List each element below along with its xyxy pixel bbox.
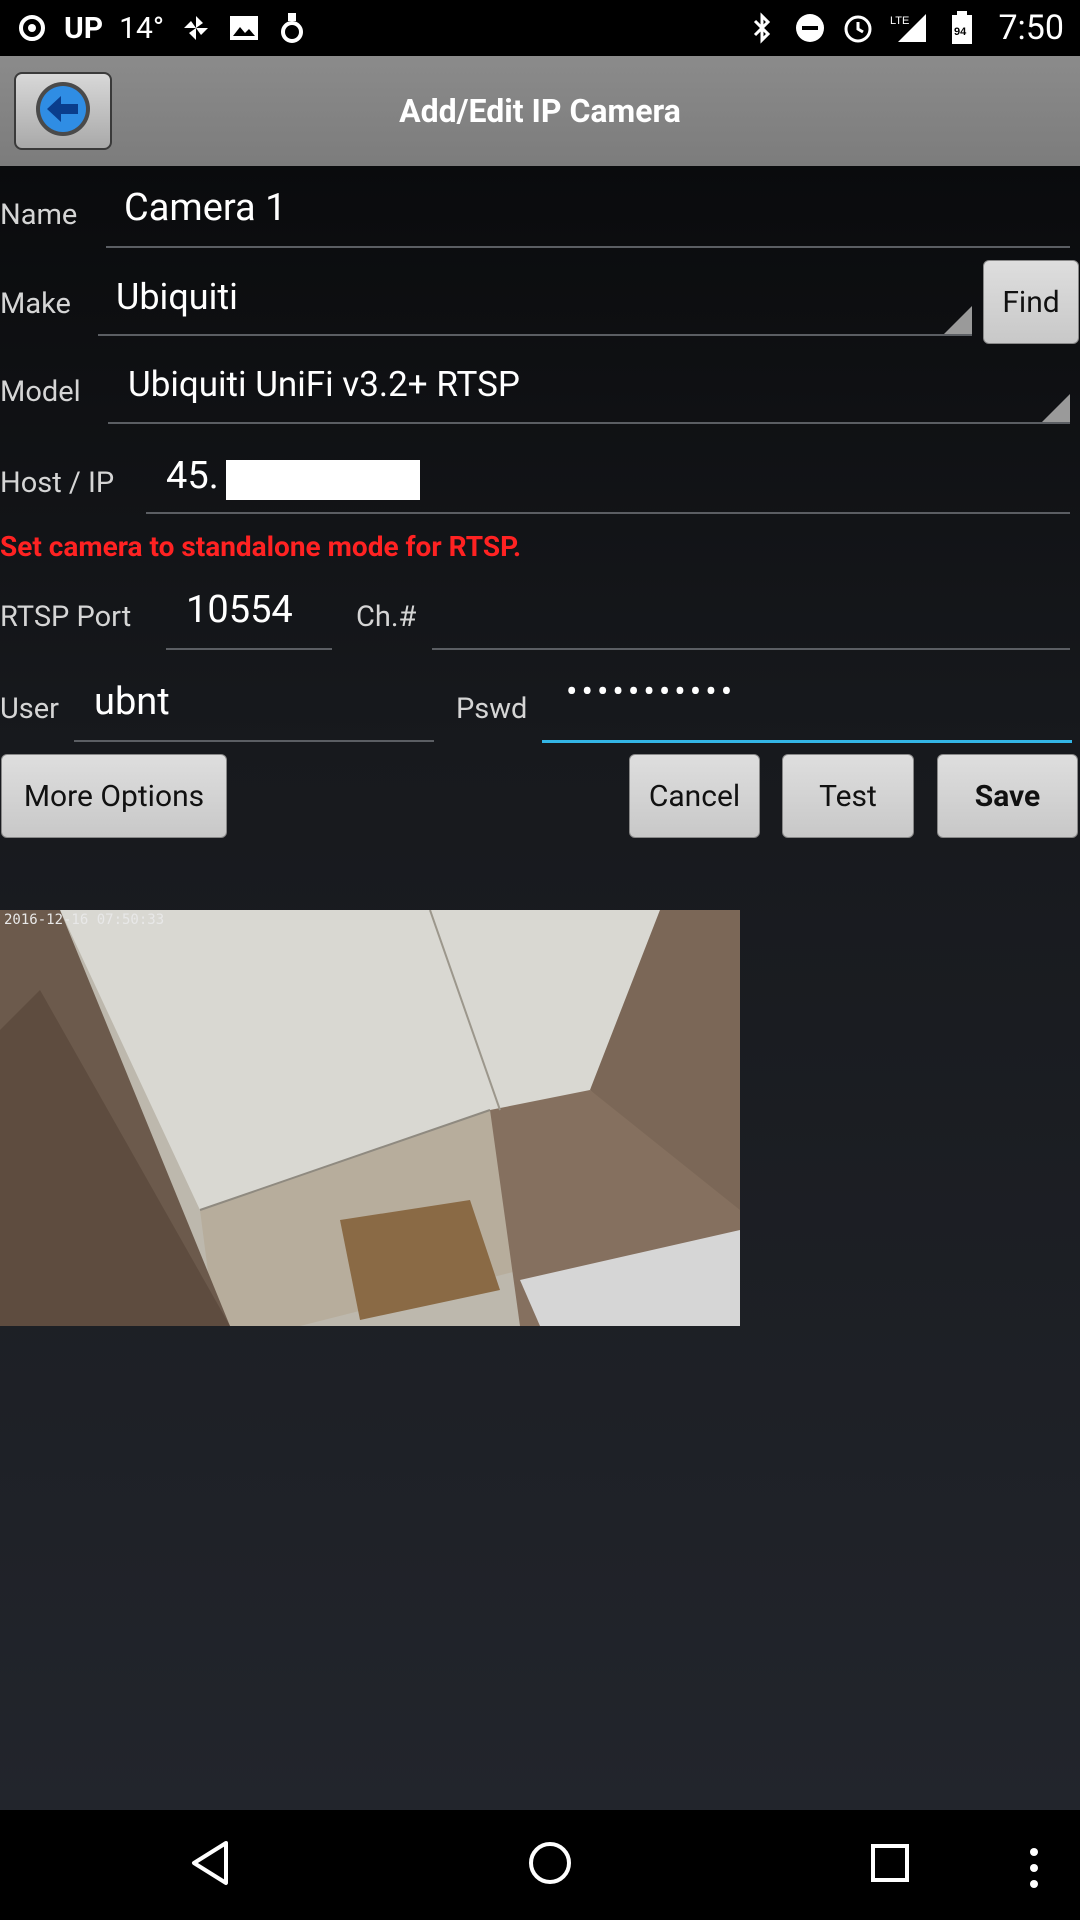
- overflow-menu-button[interactable]: [1024, 1838, 1044, 1898]
- model-dropdown-indicator[interactable]: [1042, 394, 1070, 422]
- signal-icon: LTE: [890, 12, 930, 44]
- battery-icon: 94: [946, 11, 978, 44]
- make-select-underline: [98, 334, 972, 336]
- more-vert-icon: [1024, 1848, 1044, 1902]
- test-button[interactable]: Test: [782, 754, 914, 838]
- more-options-button[interactable]: More Options: [1, 754, 227, 838]
- make-label: Make: [0, 287, 71, 321]
- host-label: Host / IP: [0, 466, 115, 500]
- clock-text: 7:50: [998, 8, 1064, 48]
- channel-input-underline: [432, 648, 1070, 650]
- bluetooth-icon: [746, 12, 778, 44]
- save-button[interactable]: Save: [937, 754, 1078, 838]
- sync-icon: [16, 12, 48, 44]
- alarm-icon: [842, 12, 874, 44]
- redaction-block: [226, 460, 420, 500]
- host-input[interactable]: 45.: [166, 454, 219, 498]
- navigation-bar: [0, 1810, 1080, 1920]
- nav-recents-button[interactable]: [860, 1835, 920, 1895]
- camera-scene-graphic: [0, 910, 740, 1326]
- rtsp-port-input[interactable]: 10554: [186, 588, 293, 632]
- find-button[interactable]: Find: [983, 260, 1079, 344]
- page-title: Add/Edit IP Camera: [399, 92, 681, 130]
- make-select[interactable]: Ubiquiti: [116, 276, 238, 318]
- status-bar-left: UP 14°: [16, 11, 308, 46]
- name-input-underline: [106, 246, 1070, 248]
- password-input[interactable]: •••••••••••: [566, 672, 736, 712]
- make-dropdown-indicator[interactable]: [944, 306, 972, 334]
- user-input-underline: [74, 740, 434, 742]
- model-label: Model: [0, 375, 81, 409]
- password-label: Pswd: [456, 692, 528, 726]
- status-bar: UP 14° LTE 94 7:50: [0, 0, 1080, 56]
- password-input-underline: [542, 740, 1072, 743]
- app-bar: Add/Edit IP Camera: [0, 56, 1080, 166]
- nav-back-icon: [188, 1839, 232, 1891]
- cancel-button[interactable]: Cancel: [629, 754, 760, 838]
- nav-back-button[interactable]: [180, 1835, 240, 1895]
- rtsp-port-underline: [166, 648, 332, 650]
- back-arrow-icon: [34, 80, 92, 142]
- nav-recents-icon: [869, 1842, 911, 1888]
- network-type-text: LTE: [890, 15, 909, 27]
- host-input-underline: [146, 512, 1070, 514]
- name-input[interactable]: Camera 1: [124, 186, 286, 230]
- channel-label: Ch.#: [356, 600, 417, 634]
- preview-timestamp: 2016-12-16 07:50:33: [4, 912, 165, 928]
- model-select[interactable]: Ubiquiti UniFi v3.2+ RTSP: [128, 364, 520, 405]
- user-input[interactable]: ubnt: [94, 680, 170, 724]
- name-label: Name: [0, 198, 78, 232]
- camera-preview-image: 2016-12-16 07:50:33: [0, 910, 740, 1326]
- model-select-underline: [108, 422, 1070, 424]
- lock-ring-icon: [276, 12, 308, 44]
- pinwheel-icon: [180, 12, 212, 44]
- image-icon: [228, 12, 260, 44]
- user-label: User: [0, 692, 59, 726]
- back-button[interactable]: [14, 72, 112, 150]
- battery-level-text: 94: [954, 26, 967, 38]
- nav-home-icon: [526, 1839, 574, 1891]
- do-not-disturb-icon: [794, 12, 826, 44]
- rtsp-warning: Set camera to standalone mode for RTSP.: [0, 530, 522, 563]
- nav-home-button[interactable]: [520, 1835, 580, 1895]
- temperature-text: 14°: [119, 10, 165, 46]
- rtsp-port-label: RTSP Port: [0, 600, 132, 634]
- carrier-text: UP: [64, 10, 104, 46]
- status-bar-right: LTE 94 7:50: [746, 8, 1064, 48]
